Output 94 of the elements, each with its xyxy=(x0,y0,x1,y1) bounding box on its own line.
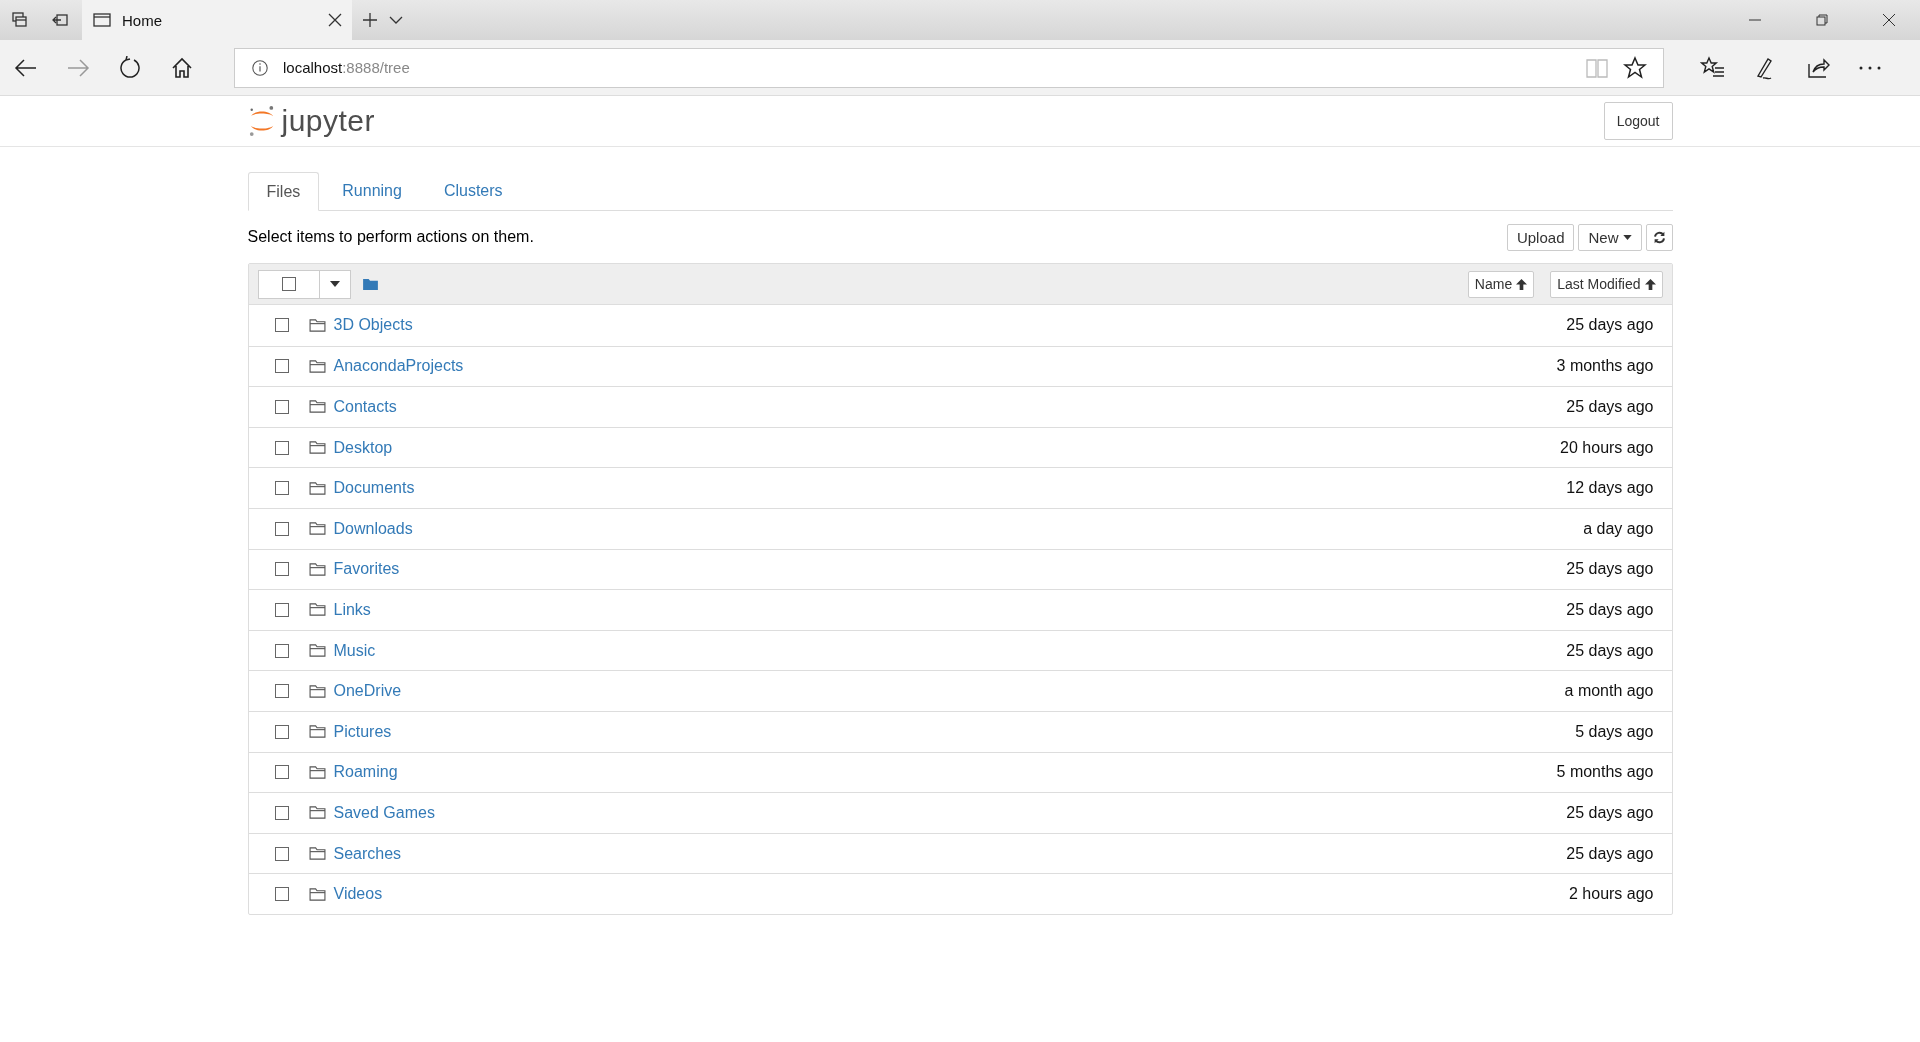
folder-icon xyxy=(308,684,326,698)
caret-icon xyxy=(329,281,340,287)
tab-title: Home xyxy=(122,11,163,29)
modified-time: 2 hours ago xyxy=(1569,885,1654,904)
folder-icon xyxy=(308,441,326,455)
folder-link[interactable]: Saved Games xyxy=(333,803,435,822)
folder-link[interactable]: Favorites xyxy=(333,560,400,579)
star-icon[interactable] xyxy=(1623,55,1647,80)
folder-link[interactable]: Pictures xyxy=(333,722,392,741)
folder-icon xyxy=(308,644,326,658)
row-checkbox[interactable] xyxy=(274,481,289,496)
row-checkbox[interactable] xyxy=(274,724,289,739)
row-checkbox[interactable] xyxy=(274,359,289,374)
modified-time: 25 days ago xyxy=(1566,803,1654,822)
folder-icon xyxy=(308,887,326,901)
folder-link[interactable]: Documents xyxy=(333,479,415,498)
restore-icon[interactable] xyxy=(1816,14,1828,26)
modified-time: 25 days ago xyxy=(1566,398,1654,416)
address-bar[interactable]: localhost:8888/tree xyxy=(234,47,1664,88)
folder-link[interactable]: Searches xyxy=(333,844,402,863)
logo-text: jupyter xyxy=(281,104,376,138)
tab-list-icon[interactable] xyxy=(10,10,30,30)
folder-icon xyxy=(308,522,326,536)
modified-time: 25 days ago xyxy=(1566,844,1654,863)
folder-icon xyxy=(308,603,326,617)
refresh-icon[interactable] xyxy=(118,55,142,80)
folder-icon xyxy=(308,359,326,373)
home-icon[interactable] xyxy=(170,55,194,80)
modified-time: 5 months ago xyxy=(1556,763,1654,782)
row-checkbox[interactable] xyxy=(274,805,289,820)
tab[interactable]: Files xyxy=(247,172,320,211)
row-checkbox[interactable] xyxy=(274,440,289,455)
folder-icon xyxy=(308,765,326,779)
folder-icon xyxy=(308,847,326,860)
modified-time: 25 days ago xyxy=(1566,316,1654,335)
new-button[interactable]: New xyxy=(1578,223,1642,251)
folder-icon xyxy=(308,400,326,414)
url-path: :8888/tree xyxy=(342,59,410,76)
tab[interactable]: Clusters xyxy=(424,172,522,210)
info-icon xyxy=(251,58,269,77)
upload-button[interactable]: Upload xyxy=(1506,223,1575,251)
modified-time: 25 days ago xyxy=(1566,600,1654,619)
folder-icon[interactable] xyxy=(362,278,378,290)
instruction-text: Select items to perform actions on them. xyxy=(247,228,534,246)
folder-icon xyxy=(308,562,326,576)
folder-icon xyxy=(308,806,326,820)
folder-link[interactable]: Downloads xyxy=(333,519,413,538)
modified-time: 25 days ago xyxy=(1566,560,1654,579)
row-checkbox[interactable] xyxy=(274,846,289,861)
folder-link[interactable]: OneDrive xyxy=(333,682,402,701)
row-checkbox[interactable] xyxy=(274,887,289,902)
folder-link[interactable]: 3D Objects xyxy=(333,316,413,335)
folder-link[interactable]: Roaming xyxy=(333,763,398,782)
caret-icon xyxy=(1622,234,1632,240)
row-checkbox[interactable] xyxy=(274,318,289,333)
folder-link[interactable]: AnacondaProjects xyxy=(333,357,464,376)
row-checkbox[interactable] xyxy=(274,521,289,536)
sort-button[interactable]: Name xyxy=(1467,270,1535,298)
modified-time: 3 months ago xyxy=(1556,357,1654,376)
row-checkbox[interactable] xyxy=(274,765,289,780)
folder-link[interactable]: Links xyxy=(333,600,371,619)
logout-button[interactable]: Logout xyxy=(1603,102,1673,140)
modified-time: 5 days ago xyxy=(1575,722,1654,741)
row-checkbox[interactable] xyxy=(274,400,289,414)
folder-link[interactable]: Music xyxy=(333,641,376,660)
refresh-icon xyxy=(1652,230,1666,244)
sort-button[interactable]: Last Modified xyxy=(1550,270,1663,298)
tab[interactable]: Running xyxy=(323,172,421,210)
row-checkbox[interactable] xyxy=(274,643,289,658)
modified-time: 25 days ago xyxy=(1566,641,1654,660)
new-tab-icon[interactable] xyxy=(362,12,378,28)
close-icon[interactable] xyxy=(328,13,342,27)
folder-icon xyxy=(308,318,326,332)
row-checkbox[interactable] xyxy=(274,684,289,699)
modified-time: a day ago xyxy=(1583,519,1654,538)
row-checkbox[interactable] xyxy=(274,562,289,577)
folder-icon xyxy=(308,481,326,495)
up-arrow-icon xyxy=(1516,278,1528,290)
folder-link[interactable]: Contacts xyxy=(333,398,397,416)
url-host: localhost xyxy=(283,59,343,76)
refresh-button[interactable] xyxy=(1645,223,1673,251)
modified-time: 12 days ago xyxy=(1566,479,1654,498)
folder-link[interactable]: Videos xyxy=(333,885,383,904)
folder-link[interactable]: Desktop xyxy=(333,438,393,457)
close-icon[interactable] xyxy=(1883,14,1895,26)
page-icon xyxy=(92,10,112,30)
modified-time: 20 hours ago xyxy=(1560,438,1654,457)
favorites-list-icon[interactable] xyxy=(1700,55,1726,80)
modified-time: a month ago xyxy=(1564,682,1654,701)
up-arrow-icon xyxy=(1644,278,1656,290)
row-checkbox[interactable] xyxy=(274,602,289,617)
folder-icon xyxy=(308,725,326,739)
browser-tab[interactable]: Home xyxy=(82,0,352,40)
jupyter-logo-icon xyxy=(247,105,276,137)
